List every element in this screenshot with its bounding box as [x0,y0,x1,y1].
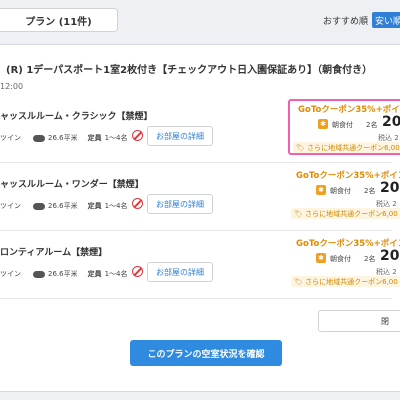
area-icon [33,134,45,142]
plan-card: (R) 1デーパスポート1室2枚付き【チェックアウト日入園保証あり】（朝食付き）… [0,44,400,392]
regional-coupon-badge: 🏷 さらに地域共通クーポン6,00 [293,142,400,153]
meal-label: 朝食付 [332,121,353,129]
price: 20,4 [382,114,400,130]
room-capacity: 1〜4名 [104,134,128,142]
bottom-strip [0,392,400,400]
room-detail-button[interactable]: お部屋の詳細 [147,126,213,146]
room-name: ャッスルルーム・クラシック【禁煙】 [0,112,153,122]
close-button[interactable]: 閉 [318,310,400,332]
sort-recommended[interactable]: おすすめ順 [323,14,368,27]
price: 20,4 [380,180,400,196]
meal-icon: ✱ [316,253,326,263]
room-detail-button[interactable]: お部屋の詳細 [147,262,213,282]
regional-coupon-text: さらに地域共通クーポン6,00 [305,210,398,218]
bed-type: ツイン [0,202,21,210]
no-smoking-icon [132,266,143,277]
room-meta: ツイン 26.6平米 定員 1〜4名 [0,269,128,279]
no-smoking-icon [132,198,143,209]
price: 20,4 [380,248,400,264]
tab-plan[interactable]: プラン (11件) [0,8,118,32]
check-vacancy-button[interactable]: このプランの空室状況を確認 [130,340,282,366]
room-name: ャッスルルーム・ワンダー【禁煙】 [0,180,144,190]
top-bar: プラン (11件) おすすめ順 安い順 [0,0,400,36]
regional-coupon-badge: 🏷 さらに地域共通クーポン6,00 [291,276,400,287]
room-meta: ツイン 26.6平米 定員 1〜4名 [0,133,128,143]
regional-coupon-text: さらに地域共通クーポン6,00 [307,144,400,152]
persons-label: 2名 [364,255,376,263]
time-info: 12:00 [0,82,24,91]
area-icon [33,202,45,210]
price-box[interactable]: GoToクーポン35%+ポイン ✱ 朝食付 2名 20,4 税込 2 🏷 さらに… [288,99,400,155]
sort-cheap-button[interactable]: 安い順 [372,12,400,28]
no-smoking-icon [132,130,143,141]
room-detail-button[interactable]: お部屋の詳細 [147,194,213,214]
area-icon [33,270,45,278]
price-box[interactable]: GoToクーポン35%+ポイン ✱ 朝食付 2名 20,4 税込 2 🏷 さらに… [288,235,400,291]
persons-label: 2名 [366,121,378,129]
capacity-label: 定員 [87,270,102,278]
room-area: 26.6平米 [48,134,78,142]
room-capacity: 1〜4名 [104,270,128,278]
room-meta: ツイン 26.6平米 定員 1〜4名 [0,201,128,211]
capacity-label: 定員 [87,202,102,210]
room-capacity: 1〜4名 [104,202,128,210]
meal-icon: ✱ [316,185,326,195]
room-area: 26.6平米 [48,270,78,278]
capacity-label: 定員 [87,134,102,142]
plan-title: (R) 1デーパスポート1室2枚付き【チェックアウト日入園保証あり】（朝食付き） [6,65,373,76]
room-name: ロンティアルーム【禁煙】 [0,248,108,258]
meal-label: 朝食付 [330,187,351,195]
persons-label: 2名 [364,187,376,195]
regional-coupon-text: さらに地域共通クーポン6,00 [305,278,398,286]
regional-coupon-badge: 🏷 さらに地域共通クーポン6,00 [291,208,400,219]
room-row: ャッスルルーム・ワンダー【禁煙】 ツイン 26.6平米 定員 1〜4名 お部屋の… [0,163,400,231]
room-row: ロンティアルーム【禁煙】 ツイン 26.6平米 定員 1〜4名 お部屋の詳細 G… [0,231,400,299]
meal-label: 朝食付 [330,255,351,263]
price-box[interactable]: GoToクーポン35%+ポイン ✱ 朝食付 2名 20,4 税込 2 🏷 さらに… [288,167,400,223]
bed-type: ツイン [0,270,21,278]
room-area: 26.6平米 [48,202,78,210]
meal-icon: ✱ [318,119,328,129]
room-row: ャッスルルーム・クラシック【禁煙】 ツイン 26.6平米 定員 1〜4名 お部屋… [0,95,400,163]
bed-type: ツイン [0,134,21,142]
